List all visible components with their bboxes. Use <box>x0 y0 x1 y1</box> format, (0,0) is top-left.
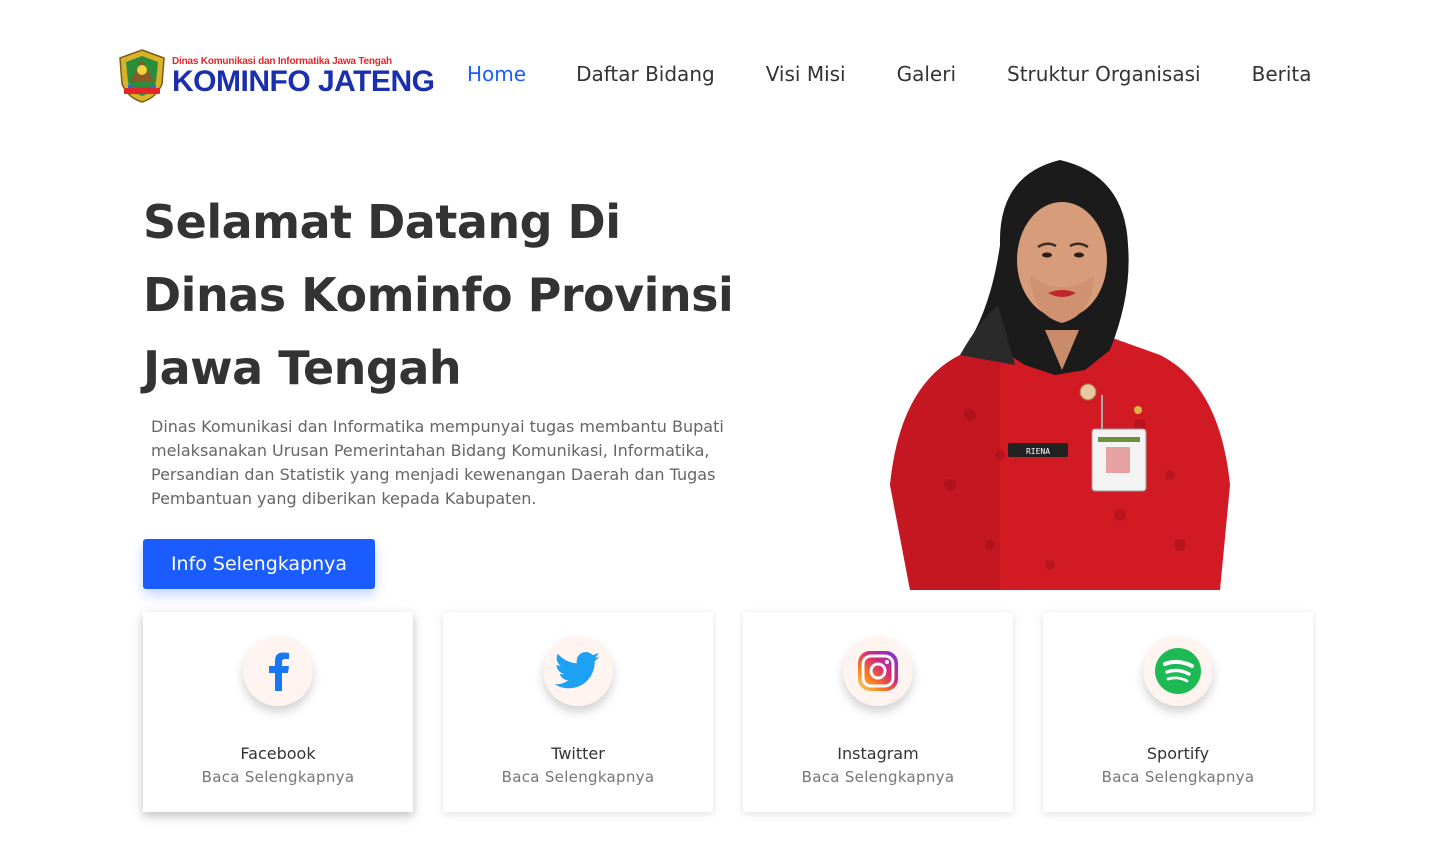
card-icon-circle <box>1143 636 1213 706</box>
card-icon-circle <box>243 636 313 706</box>
card-read-more-link[interactable]: Baca Selengkapnya <box>443 768 713 786</box>
hero-description-line: Persandian dan Statistik yang menjadi ke… <box>151 465 716 484</box>
card-title: Facebook <box>240 744 316 763</box>
nav-daftar-bidang[interactable]: Daftar Bidang <box>576 62 715 92</box>
card-instagram[interactable]: Instagram Baca Selengkapnya <box>743 612 1013 812</box>
card-title: Twitter <box>551 744 605 763</box>
facebook-icon <box>269 652 289 691</box>
card-title: Instagram <box>837 744 919 763</box>
card-twitter[interactable]: Twitter Baca Selengkapnya <box>443 612 713 812</box>
hero-description: Dinas Komunikasi dan Informatika mempuny… <box>151 415 741 511</box>
card-read-more-link[interactable]: Baca Selengkapnya <box>143 768 413 786</box>
nav-home[interactable]: Home <box>467 62 526 92</box>
twitter-icon <box>555 652 600 689</box>
card-title: Sportify <box>1146 744 1210 763</box>
nav-berita[interactable]: Berita <box>1252 62 1312 92</box>
nav-galeri[interactable]: Galeri <box>897 62 956 92</box>
card-icon-circle <box>543 636 613 706</box>
card-icon-circle <box>843 636 913 706</box>
official-portrait-image: RIENA <box>890 160 1230 590</box>
name-badge-text: RIENA <box>1026 447 1050 456</box>
card-facebook[interactable]: Facebook Baca Selengkapnya <box>143 612 413 812</box>
hero-title-line: Selamat Datang Di <box>143 195 621 249</box>
spotify-icon <box>1155 648 1201 694</box>
card-read-more-link[interactable]: Baca Selengkapnya <box>743 768 1013 786</box>
hero-title-line: Jawa Tengah <box>143 341 462 395</box>
nav-struktur-organisasi[interactable]: Struktur Organisasi <box>1007 62 1201 92</box>
hero-title: Selamat Datang Di Dinas Kominfo Provinsi… <box>143 186 763 405</box>
site-logo[interactable]: Dinas Komunikasi dan Informatika Jawa Te… <box>116 46 435 106</box>
hero-description-line: Dinas Komunikasi dan Informatika mempuny… <box>151 417 724 436</box>
hero-description-line: Pembantuan yang diberikan kepada Kabupat… <box>151 489 537 508</box>
info-selengkapnya-button[interactable]: Info Selengkapnya <box>143 539 375 589</box>
hero-description-line: melaksanakan Urusan Pemerintahan Bidang … <box>151 441 710 460</box>
nav-visi-misi[interactable]: Visi Misi <box>766 62 846 92</box>
card-spotify[interactable]: Sportify Baca Selengkapnya <box>1043 612 1313 812</box>
main-nav: Home Daftar Bidang Visi Misi Galeri Stru… <box>467 62 1312 92</box>
social-cards: Facebook Baca Selengkapnya Twitter Baca … <box>143 612 1313 812</box>
card-read-more-link[interactable]: Baca Selengkapnya <box>1043 768 1313 786</box>
hero-title-line: Dinas Kominfo Provinsi <box>143 268 734 322</box>
instagram-icon <box>858 651 898 691</box>
jawa-tengah-emblem-icon <box>119 49 165 103</box>
logo-title: KOMINFO JATENG <box>172 64 435 98</box>
